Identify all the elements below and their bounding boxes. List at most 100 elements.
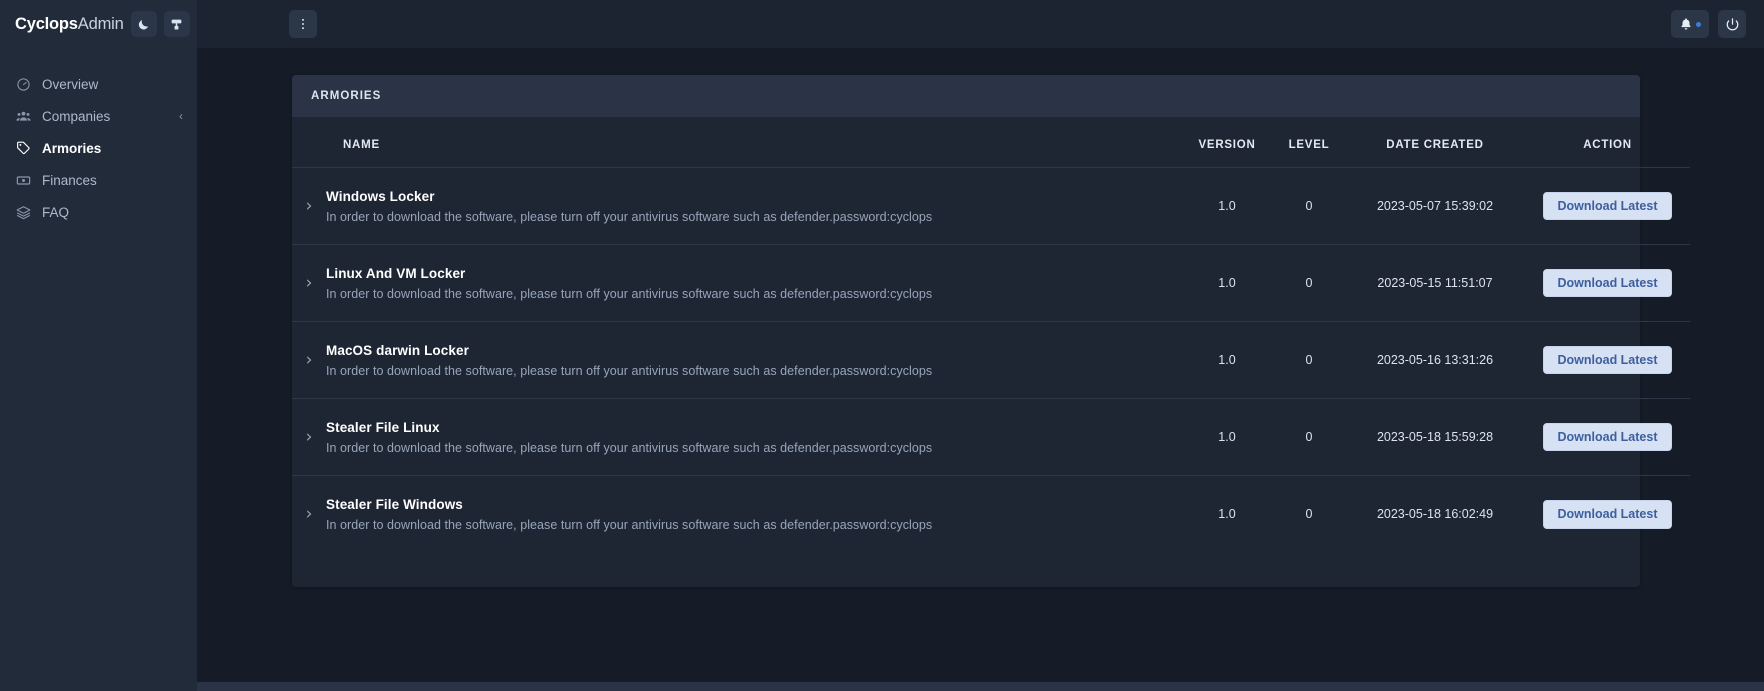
layers-icon xyxy=(16,205,31,220)
action-cell: Download Latest xyxy=(1525,398,1690,476)
column-header-name[interactable]: NAME xyxy=(326,117,1181,168)
download-latest-button[interactable]: Download Latest xyxy=(1543,268,1672,298)
version-cell: 1.0 xyxy=(1181,321,1273,399)
date-cell: 2023-05-18 15:59:28 xyxy=(1345,398,1525,476)
download-latest-button[interactable]: Download Latest xyxy=(1543,500,1672,529)
date-cell: 2023-05-18 16:02:49 xyxy=(1345,475,1525,553)
date-cell: 2023-05-07 15:39:02 xyxy=(1345,167,1525,245)
sidebar-item-label: FAQ xyxy=(42,204,70,220)
banknote-icon xyxy=(16,173,31,188)
notifications-button[interactable] xyxy=(1671,10,1709,38)
download-latest-button[interactable]: Download Latest xyxy=(1543,191,1672,221)
sidebar-item-label: Companies xyxy=(42,108,111,124)
row-name: MacOS darwin Locker xyxy=(326,342,469,358)
expand-cell[interactable]: › xyxy=(292,475,326,553)
column-header-date-created[interactable]: DATE CREATED xyxy=(1345,117,1525,168)
sidebar-item-companies[interactable]: Companies ‹ xyxy=(0,100,197,132)
row-name: Windows Locker xyxy=(326,188,435,204)
armories-table: NAME VERSION LEVEL DATE CREATED ACTION ›… xyxy=(292,117,1690,553)
gauge-icon xyxy=(16,77,31,92)
table-header-row: NAME VERSION LEVEL DATE CREATED ACTION xyxy=(292,117,1690,168)
download-latest-button[interactable]: Download Latest xyxy=(1543,422,1672,452)
table-row[interactable]: › Stealer File Linux In order to downloa… xyxy=(292,398,1690,476)
sidebar-item-finances[interactable]: Finances xyxy=(0,164,197,196)
name-cell: Linux And VM Locker In order to download… xyxy=(326,244,1181,322)
paint-roller-icon xyxy=(170,18,183,31)
palette-toggle-button[interactable] xyxy=(163,11,190,37)
row-description: In order to download the software, pleas… xyxy=(326,286,933,301)
level-cell: 0 xyxy=(1273,398,1345,476)
chevron-right-icon[interactable]: › xyxy=(292,197,326,215)
version-cell: 1.0 xyxy=(1181,244,1273,322)
sidebar-toggle-button[interactable] xyxy=(289,10,317,38)
table-header: NAME VERSION LEVEL DATE CREATED ACTION xyxy=(292,117,1690,168)
sidebar-item-label: Armories xyxy=(42,140,102,156)
row-description: In order to download the software, pleas… xyxy=(326,209,933,224)
app-title-rest: Admin xyxy=(77,14,124,33)
row-name: Stealer File Linux xyxy=(326,419,440,435)
row-description: In order to download the software, pleas… xyxy=(326,440,933,455)
sidebar-item-faq[interactable]: FAQ xyxy=(0,196,197,228)
version-cell: 1.0 xyxy=(1181,475,1273,553)
name-cell: Stealer File Windows In order to downloa… xyxy=(326,475,1181,553)
date-cell: 2023-05-15 11:51:07 xyxy=(1345,244,1525,322)
moon-icon xyxy=(137,18,150,31)
column-header-action: ACTION xyxy=(1583,139,1632,151)
date-cell: 2023-05-16 13:31:26 xyxy=(1345,321,1525,399)
kebab-menu-icon xyxy=(296,17,310,31)
name-cell: Windows Locker In order to download the … xyxy=(326,167,1181,245)
sidebar: CyclopsAdmin Overview Companies ‹ Armori… xyxy=(0,0,197,691)
column-header-level[interactable]: LEVEL xyxy=(1273,117,1345,168)
expand-cell[interactable]: › xyxy=(292,244,326,322)
download-latest-button[interactable]: Download Latest xyxy=(1543,345,1672,375)
version-cell: 1.0 xyxy=(1181,398,1273,476)
level-cell: 0 xyxy=(1273,167,1345,245)
row-description: In order to download the software, pleas… xyxy=(326,363,933,378)
level-cell: 0 xyxy=(1273,475,1345,553)
level-cell: 0 xyxy=(1273,321,1345,399)
sidebar-item-label: Finances xyxy=(42,172,97,188)
expand-cell[interactable]: › xyxy=(292,398,326,476)
brand-bar: CyclopsAdmin xyxy=(0,0,197,48)
table-row[interactable]: › Stealer File Windows In order to downl… xyxy=(292,475,1690,553)
row-description: In order to download the software, pleas… xyxy=(326,517,933,532)
column-header-version[interactable]: VERSION xyxy=(1181,117,1273,168)
main-content: ARMORIES NAME VERSION LEVEL DATE CREATED… xyxy=(197,48,1764,682)
tag-icon xyxy=(16,141,31,156)
table-row[interactable]: › Linux And VM Locker In order to downlo… xyxy=(292,244,1690,322)
row-name: Stealer File Windows xyxy=(326,496,463,512)
sidebar-collapse-chevron-icon[interactable]: ‹ xyxy=(179,110,183,122)
card-header: ARMORIES xyxy=(292,75,1640,117)
card-footer xyxy=(292,553,1640,587)
chevron-right-icon[interactable]: › xyxy=(292,505,326,523)
chevron-right-icon[interactable]: › xyxy=(292,351,326,369)
table-row[interactable]: › MacOS darwin Locker In order to downlo… xyxy=(292,321,1690,399)
logout-button[interactable] xyxy=(1718,10,1746,38)
sidebar-item-armories[interactable]: Armories xyxy=(0,132,197,164)
expand-cell[interactable]: › xyxy=(292,167,326,245)
name-cell: MacOS darwin Locker In order to download… xyxy=(326,321,1181,399)
sidebar-item-overview[interactable]: Overview xyxy=(0,68,197,100)
app-title[interactable]: CyclopsAdmin xyxy=(15,15,124,34)
people-icon xyxy=(16,109,31,124)
card-title: ARMORIES xyxy=(311,90,382,102)
topbar xyxy=(197,0,1764,48)
action-cell: Download Latest xyxy=(1525,475,1690,553)
theme-toggle-button[interactable] xyxy=(130,11,157,37)
app-root: CyclopsAdmin Overview Companies ‹ Armori… xyxy=(0,0,1764,691)
bottom-bar xyxy=(197,682,1764,691)
table-row[interactable]: › Windows Locker In order to download th… xyxy=(292,167,1690,245)
action-cell: Download Latest xyxy=(1525,321,1690,399)
power-icon xyxy=(1725,17,1740,32)
row-name: Linux And VM Locker xyxy=(326,265,466,281)
topbar-actions xyxy=(1671,10,1746,38)
chevron-right-icon[interactable]: › xyxy=(292,428,326,446)
app-title-bold: Cyclops xyxy=(15,14,78,33)
sidebar-nav: Overview Companies ‹ Armories Finances F… xyxy=(0,68,197,228)
expand-cell[interactable]: › xyxy=(292,321,326,399)
sidebar-item-label: Overview xyxy=(42,76,99,92)
table-body: › Windows Locker In order to download th… xyxy=(292,167,1690,553)
chevron-right-icon[interactable]: › xyxy=(292,274,326,292)
level-cell: 0 xyxy=(1273,244,1345,322)
notification-badge-dot xyxy=(1696,21,1701,27)
